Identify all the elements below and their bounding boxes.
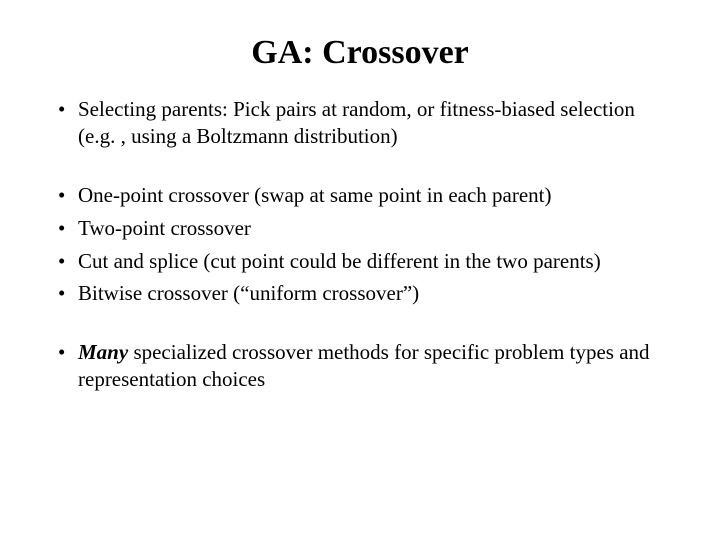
bullet-item: Cut and splice (cut point could be diffe…: [56, 248, 664, 275]
bullet-group-3: Many specialized crossover methods for s…: [56, 339, 664, 393]
bullet-group-2: One-point crossover (swap at same point …: [56, 182, 664, 308]
spacer: [56, 156, 664, 182]
bullet-item: Many specialized crossover methods for s…: [56, 339, 664, 393]
bullet-item: Two-point crossover: [56, 215, 664, 242]
bullet-item: Bitwise crossover (“uniform crossover”): [56, 280, 664, 307]
bullet-item: Selecting parents: Pick pairs at random,…: [56, 96, 664, 150]
emphasis: Many: [78, 340, 128, 364]
bullet-text: specialized crossover methods for specif…: [78, 340, 650, 391]
spacer: [56, 313, 664, 339]
slide: GA: Crossover Selecting parents: Pick pa…: [0, 0, 720, 540]
bullet-item: One-point crossover (swap at same point …: [56, 182, 664, 209]
slide-title: GA: Crossover: [56, 34, 664, 72]
bullet-group-1: Selecting parents: Pick pairs at random,…: [56, 96, 664, 150]
